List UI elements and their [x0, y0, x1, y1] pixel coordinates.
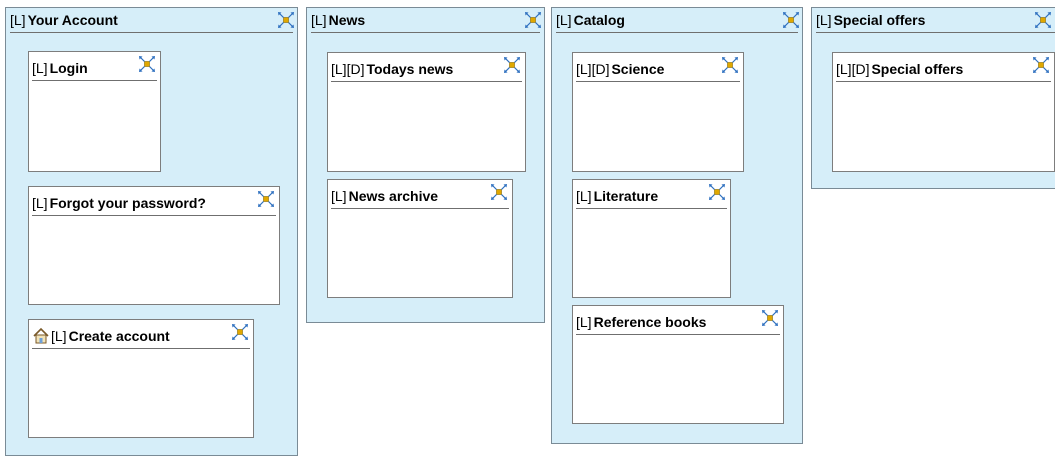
card-title: Reference books	[593, 314, 707, 330]
group-title: Special offers	[833, 12, 926, 28]
move-handle-icon[interactable]	[782, 11, 800, 29]
group-header: [L] Special offers	[816, 8, 1055, 33]
card-tag: [L]	[576, 188, 592, 204]
move-handle-icon[interactable]	[1034, 11, 1052, 29]
card-tag: [L]	[331, 188, 347, 204]
move-handle-icon[interactable]	[761, 309, 779, 327]
card-header: [L] Forgot your password?	[32, 191, 276, 216]
card-news-archive[interactable]: [L] News archive	[327, 179, 513, 298]
card-title: Todays news	[366, 61, 454, 77]
card-todays-news[interactable]: [L][D] Todays news	[327, 52, 526, 172]
move-handle-icon[interactable]	[257, 190, 275, 208]
group-header: [L] News	[311, 8, 540, 33]
group-header: [L] Your Account	[10, 8, 293, 33]
card-tag: [L]	[576, 314, 592, 330]
card-tag: [L]	[32, 195, 48, 211]
group-tag: [L]	[311, 12, 327, 28]
card-tag: [L][D]	[576, 61, 610, 77]
card-header: [L] Create account	[32, 324, 250, 349]
group-news[interactable]: [L] News [L][D] Todays news [L] News arc…	[306, 7, 545, 323]
group-your-account[interactable]: [L] Your Account [L] Login [L] Forgot yo…	[5, 7, 298, 456]
card-header: [L] Reference books	[576, 310, 780, 335]
card-header: [L] News archive	[331, 184, 509, 209]
card-header: [L][D] Todays news	[331, 57, 522, 82]
card-login[interactable]: [L] Login	[28, 51, 161, 172]
group-tag: [L]	[10, 12, 26, 28]
card-title: Login	[49, 60, 88, 76]
group-title: Your Account	[27, 12, 118, 28]
group-catalog[interactable]: [L] Catalog [L][D] Science [L] Literatur…	[551, 7, 803, 444]
card-tag: [L][D]	[331, 61, 365, 77]
move-handle-icon[interactable]	[503, 56, 521, 74]
move-handle-icon[interactable]	[721, 56, 739, 74]
move-handle-icon[interactable]	[231, 323, 249, 341]
card-header: [L][D] Science	[576, 57, 740, 82]
card-forgot-password[interactable]: [L] Forgot your password?	[28, 186, 280, 305]
card-literature[interactable]: [L] Literature	[572, 179, 731, 298]
move-handle-icon[interactable]	[490, 183, 508, 201]
move-handle-icon[interactable]	[277, 11, 295, 29]
card-title: Special offers	[871, 61, 964, 77]
card-title: Forgot your password?	[49, 195, 206, 211]
card-header: [L] Literature	[576, 184, 727, 209]
card-special-offers[interactable]: [L][D] Special offers	[832, 52, 1055, 172]
group-tag: [L]	[816, 12, 832, 28]
card-tag: [L]	[51, 328, 67, 344]
card-tag: [L][D]	[836, 61, 870, 77]
move-handle-icon[interactable]	[138, 55, 156, 73]
move-handle-icon[interactable]	[1032, 56, 1050, 74]
group-title: Catalog	[573, 12, 625, 28]
group-title: News	[328, 12, 366, 28]
move-handle-icon[interactable]	[524, 11, 542, 29]
card-title: Science	[611, 61, 665, 77]
home-icon	[33, 327, 49, 344]
card-tag: [L]	[32, 60, 48, 76]
move-handle-icon[interactable]	[708, 183, 726, 201]
card-title: News archive	[348, 188, 439, 204]
card-reference-books[interactable]: [L] Reference books	[572, 305, 784, 424]
card-title: Literature	[593, 188, 659, 204]
card-header: [L][D] Special offers	[836, 57, 1051, 82]
card-title: Create account	[68, 328, 170, 344]
group-special-offers[interactable]: [L] Special offers [L][D] Special offers	[811, 7, 1055, 189]
card-science[interactable]: [L][D] Science	[572, 52, 744, 172]
card-create-account[interactable]: [L] Create account	[28, 319, 254, 438]
group-header: [L] Catalog	[556, 8, 798, 33]
group-tag: [L]	[556, 12, 572, 28]
